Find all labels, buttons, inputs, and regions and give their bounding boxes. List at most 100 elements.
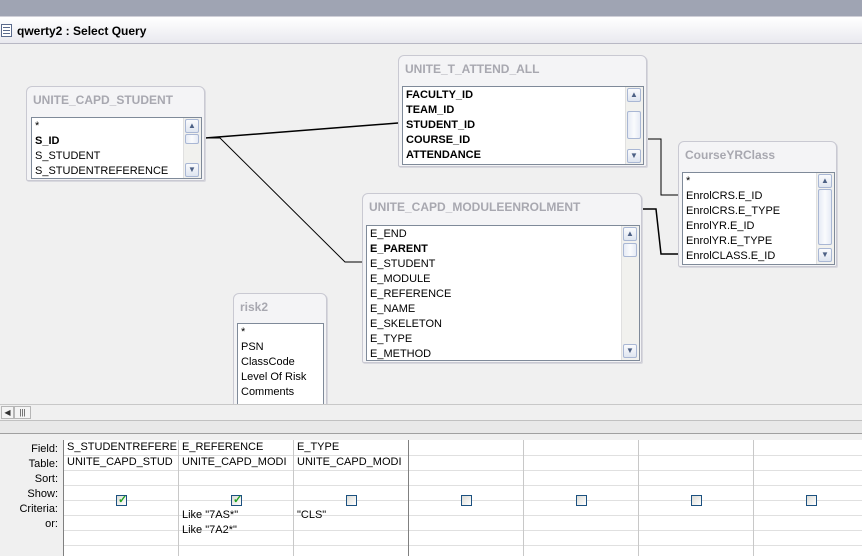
field-item[interactable]: Level Of Risk [238,370,323,385]
field-item[interactable]: ATTENDANCE [403,148,643,163]
field-item[interactable]: E_TYPE [367,332,639,347]
field-item[interactable]: E_METHOD [367,347,639,360]
scroll-down-icon[interactable]: ▼ [818,248,832,262]
field-item[interactable]: E_PARENT [367,242,639,257]
pane-splitter[interactable] [0,420,862,434]
row-label-field: Field: [31,443,58,455]
scroll-thumb[interactable] [627,111,641,139]
field-item[interactable]: Comments [238,385,323,400]
field-item[interactable]: * [238,325,323,340]
table-cell[interactable]: UNITE_CAPD_MODI [179,455,293,470]
table-unite-t-attend-all[interactable]: UNITE_T_ATTEND_ALL FACULTY_ID TEAM_ID ST… [398,55,647,167]
field-item[interactable]: EnrolCLASS.E_ID [683,249,834,264]
checkmark-icon: ✓ [118,494,128,506]
field-item[interactable]: E_END [367,227,639,242]
field-item[interactable]: * [683,174,834,189]
field-item[interactable]: * [32,119,201,134]
field-item[interactable]: EnrolYR.E_ID [683,219,834,234]
field-item[interactable]: STUDENT_ID [403,118,643,133]
scroll-up-icon[interactable]: ▲ [818,174,832,188]
scroll-thumb[interactable] [818,189,832,245]
field-item[interactable]: TEAM_ID [403,103,643,118]
scroll-up-icon[interactable]: ▲ [185,119,199,133]
field-item[interactable]: S_ID [32,134,201,149]
table-title: UNITE_T_ATTEND_ALL [405,62,540,76]
design-grid[interactable]: Field: Table: Sort: Show: Criteria: or: … [0,434,862,556]
query-window-icon [1,24,12,37]
field-list[interactable]: * EnrolCRS.E_ID EnrolCRS.E_TYPE EnrolYR.… [682,172,835,265]
row-label-show: Show: [27,488,58,500]
row-label-sort: Sort: [34,473,58,485]
criteria-cell[interactable]: Like "7AS*" [179,508,293,523]
show-checkbox[interactable] [576,495,587,506]
field-item[interactable]: COURSE_ID [403,133,643,148]
vertical-scrollbar[interactable]: ▲ ▼ [816,173,834,264]
query-title-bar[interactable]: qwerty2 : Select Query [0,16,862,44]
row-divider [64,470,862,471]
scroll-down-icon[interactable]: ▼ [185,163,199,177]
show-checkbox[interactable]: ✓ [116,494,128,506]
vertical-scrollbar[interactable]: ▲ ▼ [183,118,201,178]
table-cell[interactable]: UNITE_CAPD_MODI [294,455,408,470]
show-checkbox[interactable] [346,495,357,506]
or-cell[interactable]: Like "7A2*" [179,523,293,538]
vertical-scrollbar[interactable]: ▲ ▼ [621,226,639,360]
row-divider [64,485,862,486]
field-item[interactable]: E_MODULE [367,272,639,287]
show-checkbox[interactable] [806,495,817,506]
column-divider[interactable] [523,440,524,556]
scroll-down-icon[interactable]: ▼ [623,344,637,358]
horizontal-scrollbar[interactable]: ◀ ||| [0,404,862,420]
field-item[interactable]: E_REFERENCE [367,287,639,302]
field-cell[interactable]: S_STUDENTREFERE [64,440,178,455]
field-item[interactable]: EnrolCRS.E_ID [683,189,834,204]
show-checkbox[interactable] [691,495,702,506]
column-divider[interactable] [753,440,754,556]
table-risk2[interactable]: risk2 * PSN ClassCode Level Of Risk Comm… [233,293,327,404]
field-list[interactable]: FACULTY_ID TEAM_ID STUDENT_ID COURSE_ID … [402,86,644,165]
scroll-up-icon[interactable]: ▲ [627,88,641,102]
field-cell[interactable]: E_REFERENCE [179,440,293,455]
scroll-thumb[interactable]: ||| [14,406,31,419]
show-checkbox[interactable] [461,495,472,506]
table-title: CourseYRClass [685,148,776,162]
column-divider[interactable] [638,440,639,556]
field-cell[interactable]: E_TYPE [294,440,408,455]
field-item[interactable]: S_STUDENT [32,149,201,164]
field-item[interactable]: EnrolYR.E_TYPE [683,234,834,249]
table-title: UNITE_CAPD_MODULEENROLMENT [369,200,581,214]
table-cell[interactable]: UNITE_CAPD_STUD [64,455,178,470]
table-unite-capd-moduleenrolment[interactable]: UNITE_CAPD_MODULEENROLMENT E_END E_PAREN… [362,193,642,363]
field-list[interactable]: * PSN ClassCode Level Of Risk Comments [237,323,324,404]
scroll-thumb[interactable] [185,134,199,144]
field-item[interactable]: E_NAME [367,302,639,317]
field-item[interactable]: FACULTY_ID [403,88,643,103]
top-bar [0,0,862,16]
table-unite-capd-student[interactable]: UNITE_CAPD_STUDENT * S_ID S_STUDENT S_ST… [26,86,205,181]
checkmark-icon: ✓ [233,494,243,506]
scroll-down-icon[interactable]: ▼ [627,149,641,163]
field-list[interactable]: E_END E_PARENT E_STUDENT E_MODULE E_REFE… [366,225,640,361]
field-item[interactable]: PSN [238,340,323,355]
field-item[interactable]: ClassCode [238,355,323,370]
show-checkbox[interactable]: ✓ [231,494,243,506]
row-divider [64,545,862,546]
field-item[interactable]: E_SKELETON [367,317,639,332]
criteria-cell[interactable]: "CLS" [294,508,408,523]
grid-cells[interactable]: S_STUDENTREFERE UNITE_CAPD_STUD ✓ E_REFE… [63,440,862,556]
column-divider[interactable] [408,440,409,556]
field-item[interactable]: S_STUDENTREFERENCE [32,164,201,178]
join-line-sid-studentid [204,122,399,139]
join-line-module-course [642,208,678,255]
scroll-thumb[interactable] [623,243,637,257]
vertical-scrollbar[interactable]: ▲ ▼ [625,87,643,164]
scroll-up-icon[interactable]: ▲ [623,227,637,241]
table-courseyrclass[interactable]: CourseYRClass * EnrolCRS.E_ID EnrolCRS.E… [678,141,837,267]
join-line-sid-estudent [205,137,362,263]
field-item[interactable]: EnrolCRS.E_TYPE [683,204,834,219]
row-label-or: or: [45,518,58,530]
table-design-pane[interactable]: UNITE_CAPD_STUDENT * S_ID S_STUDENT S_ST… [0,44,862,404]
field-item[interactable]: E_STUDENT [367,257,639,272]
field-list[interactable]: * S_ID S_STUDENT S_STUDENTREFERENCE ▲ ▼ [31,117,202,179]
scroll-left-icon[interactable]: ◀ [1,406,14,419]
